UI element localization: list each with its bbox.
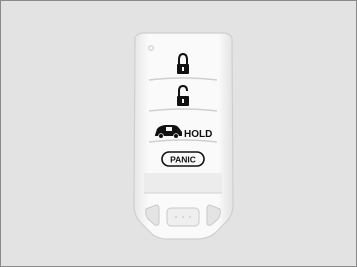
grip-band: [144, 173, 222, 193]
key-slot-dot: [182, 216, 184, 218]
panic-label: PANIC: [170, 155, 196, 165]
illustration-frame: HOLD PANIC: [0, 0, 357, 267]
key-slot-dot: [175, 216, 177, 218]
hold-label: HOLD: [184, 129, 212, 140]
key-slot-dot: [189, 216, 191, 218]
key-fob-illustration: HOLD PANIC: [133, 32, 234, 240]
